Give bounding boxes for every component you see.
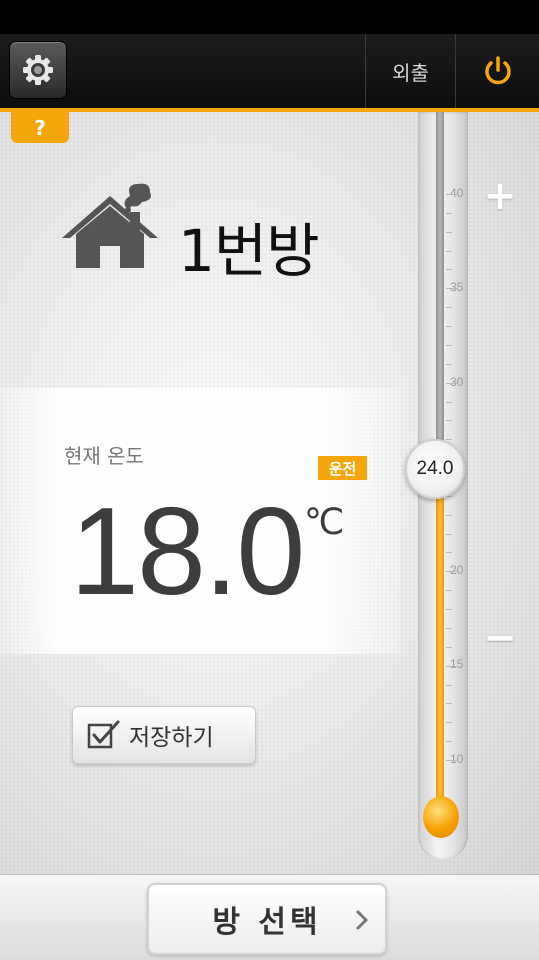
thermometer-tube-filled bbox=[436, 472, 444, 802]
decrease-temp-button[interactable]: − bbox=[478, 615, 522, 661]
tick-label: 40 bbox=[450, 186, 464, 200]
bottom-bar: 방 선택 bbox=[0, 874, 539, 960]
help-button[interactable]: ? bbox=[11, 112, 69, 143]
status-bar bbox=[0, 0, 539, 34]
scale-tick bbox=[446, 590, 452, 592]
scale-tick bbox=[446, 269, 452, 271]
checkbox-icon bbox=[87, 720, 120, 749]
thermometer-bulb bbox=[423, 796, 459, 838]
chevron-right-icon bbox=[356, 910, 368, 930]
scale-tick bbox=[446, 194, 458, 195]
scale-tick bbox=[446, 212, 452, 214]
scale-tick bbox=[446, 571, 458, 573]
tick-label: 20 bbox=[450, 563, 464, 577]
scale-tick bbox=[446, 646, 452, 648]
scale-tick bbox=[446, 401, 452, 403]
setpoint-slider-handle[interactable]: 24.0 bbox=[405, 439, 465, 499]
save-button-label: 저장하기 bbox=[129, 725, 214, 751]
main-panel: ? 1번방 현재 온도 운전 18.0 ℃ 저장하기 40 35 30 20 1… bbox=[0, 112, 539, 874]
temp-unit: ℃ bbox=[304, 502, 345, 543]
increase-temp-button[interactable]: + bbox=[478, 173, 522, 219]
power-icon bbox=[484, 56, 511, 85]
scale-tick bbox=[446, 420, 452, 422]
scale-tick bbox=[446, 307, 452, 309]
scale-tick bbox=[446, 627, 452, 629]
scale-tick bbox=[446, 609, 452, 611]
scale-tick bbox=[446, 382, 458, 384]
room-select-label: 방 선택 bbox=[212, 905, 322, 940]
scale-tick bbox=[446, 703, 452, 705]
save-button[interactable]: 저장하기 bbox=[72, 706, 256, 764]
room-select-button[interactable]: 방 선택 bbox=[147, 883, 387, 955]
tick-label: 10 bbox=[450, 752, 464, 766]
away-button[interactable]: 외출 bbox=[366, 34, 455, 108]
gear-icon bbox=[23, 55, 53, 85]
tick-label: 15 bbox=[450, 657, 464, 671]
scale-tick bbox=[446, 760, 458, 761]
scale-tick bbox=[446, 514, 452, 516]
scale-tick bbox=[446, 363, 452, 365]
scale-tick bbox=[446, 533, 452, 535]
power-button[interactable] bbox=[456, 34, 539, 108]
scale-tick bbox=[446, 684, 452, 686]
current-temp-value: 18.0 bbox=[70, 483, 305, 621]
room-name: 1번방 bbox=[178, 217, 320, 285]
scale-tick bbox=[446, 741, 452, 743]
scale-tick bbox=[446, 250, 452, 252]
current-temp-label: 현재 온도 bbox=[64, 444, 144, 468]
thermometer-tube-empty bbox=[436, 112, 444, 472]
scale-tick bbox=[446, 665, 458, 667]
scale-tick bbox=[446, 439, 452, 441]
settings-button[interactable] bbox=[9, 41, 67, 99]
status-badge: 운전 bbox=[318, 456, 367, 480]
scale-tick bbox=[446, 231, 452, 233]
top-bar: 외출 bbox=[0, 34, 539, 108]
house-icon bbox=[62, 183, 158, 268]
scale-tick bbox=[446, 326, 452, 328]
scale-tick bbox=[446, 552, 452, 554]
scale-tick bbox=[446, 722, 452, 724]
tick-label: 35 bbox=[450, 280, 464, 294]
scale-tick bbox=[446, 288, 458, 290]
scale-tick bbox=[446, 344, 452, 346]
